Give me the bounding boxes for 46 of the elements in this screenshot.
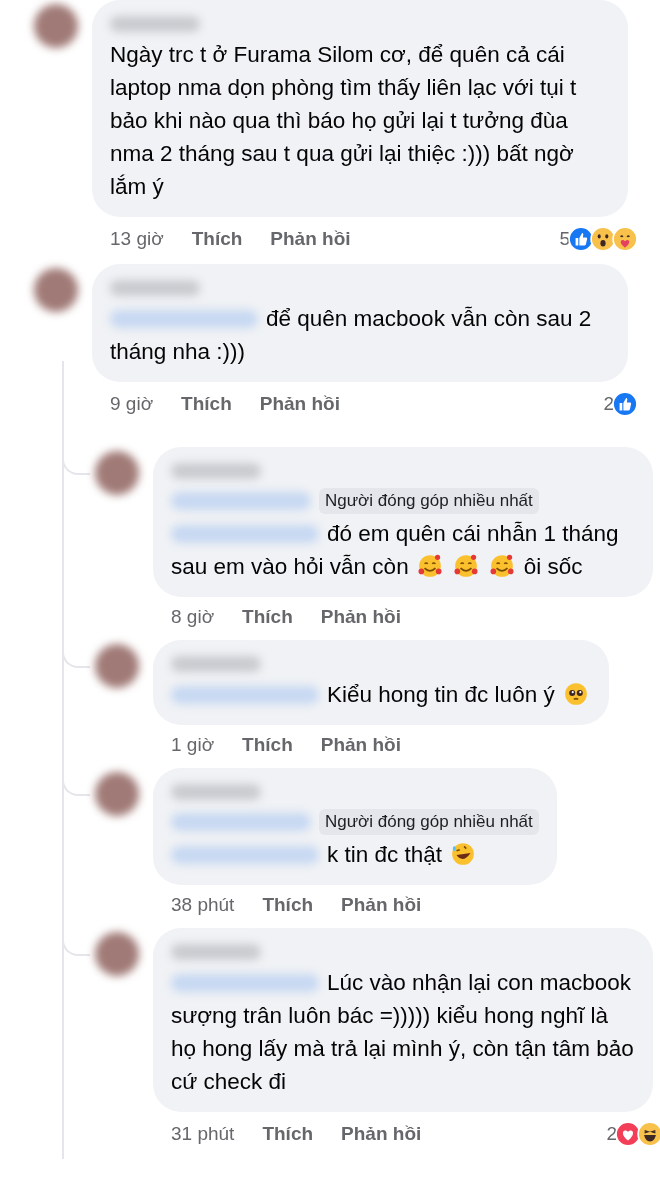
timestamp: 8 giờ xyxy=(171,606,215,628)
contributor-badge: Người đóng góp nhiều nhất xyxy=(319,488,539,514)
timestamp: 13 giờ xyxy=(110,228,164,250)
heart-reaction-icon xyxy=(615,1121,641,1147)
comment-text: để quên macbook vẫn còn sau 2 tháng nha :))) xyxy=(110,306,592,364)
reply-button[interactable]: Phản hồi xyxy=(341,1123,422,1145)
surprised-reaction-icon xyxy=(590,226,616,252)
reply-button[interactable]: Phản hồi xyxy=(320,734,401,756)
like-button[interactable]: Thích xyxy=(262,894,314,916)
smiling-face-with-hearts-icon xyxy=(453,553,480,579)
contributor-badge: Người đóng góp nhiều nhất xyxy=(319,809,539,835)
reply-button[interactable]: Phản hồi xyxy=(270,228,351,250)
like-reaction-icon xyxy=(568,226,594,252)
timestamp: 31 phút xyxy=(171,1123,235,1145)
pleading-face-icon xyxy=(562,681,589,707)
timestamp: 38 phút xyxy=(171,894,235,916)
timestamp: 9 giờ xyxy=(110,393,154,415)
comment-text: k tin đc thật xyxy=(327,842,443,867)
smiling-face-with-hearts-icon xyxy=(489,553,516,579)
reaction-count: 5 xyxy=(559,228,570,250)
avatar[interactable] xyxy=(95,451,139,495)
avatar[interactable] xyxy=(95,932,139,976)
reaction-count: 2 xyxy=(606,1123,617,1145)
timestamp: 1 giờ xyxy=(171,734,215,756)
reaction-count: 2 xyxy=(603,393,614,415)
avatar[interactable] xyxy=(34,268,78,312)
reply-button[interactable]: Phản hồi xyxy=(259,393,340,415)
comment-text: Lúc vào nhận lại con macbook sượng trân luôn bác =))))) kiểu hong nghĩ là họ hong lấy mà trả lại mình ý, còn tận tâm bảo cứ check đi xyxy=(171,970,634,1094)
like-button[interactable]: Thích xyxy=(181,393,232,415)
like-button[interactable]: Thích xyxy=(191,228,243,250)
like-button[interactable]: Thích xyxy=(242,606,293,628)
comment-text: sau em vào hỏi vẫn còn xyxy=(171,554,409,579)
avatar[interactable] xyxy=(95,644,139,688)
laughing-face-icon xyxy=(450,841,477,867)
like-button[interactable]: Thích xyxy=(242,734,293,756)
reply-button[interactable]: Phản hồi xyxy=(320,606,401,628)
like-button[interactable]: Thích xyxy=(262,1123,314,1145)
comment-text: ôi sốc xyxy=(523,554,583,579)
reply-button[interactable]: Phản hồi xyxy=(341,894,422,916)
smiling-face-with-hearts-icon xyxy=(416,553,443,579)
avatar[interactable] xyxy=(34,4,78,48)
like-reaction-icon xyxy=(612,391,638,417)
comment-text: Ngày trc t ở Furama Silom cơ, để quên cả cái laptop nma dọn phòng tìm thấy liên lạc với tụi t bảo khi nào qua thì báo họ gửi lại t tưởng đùa nma 2 tháng sau t qua gửi lại thiệc :))) bất ngờ lắm ý xyxy=(110,42,577,199)
comment-text: Kiểu hong tin đc luôn ý xyxy=(327,682,555,707)
avatar[interactable] xyxy=(95,772,139,816)
comment-text: đó em quên cái nhẫn 1 tháng xyxy=(327,521,619,546)
